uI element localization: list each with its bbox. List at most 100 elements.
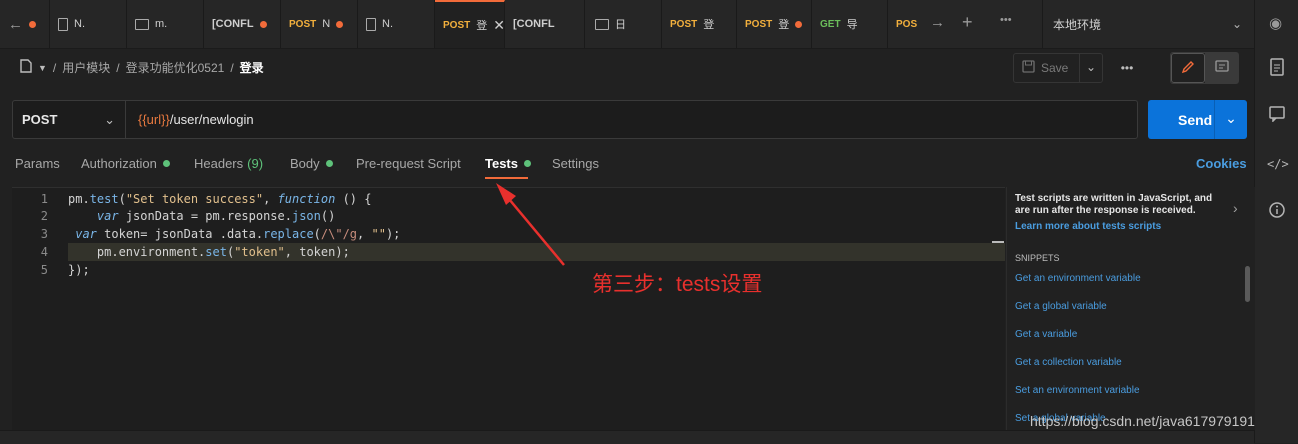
send-label: Send — [1178, 111, 1213, 128]
save-dropdown-chevron-icon[interactable]: ⌄ — [1079, 54, 1102, 82]
document-icon — [58, 17, 68, 31]
more-options-button[interactable]: ••• — [1112, 55, 1142, 81]
code-token: pm.environment. — [68, 245, 206, 259]
snippet-link[interactable]: Get an environment variable — [1015, 273, 1141, 284]
cookies-link[interactable]: Cookies — [1196, 156, 1247, 171]
tab-item[interactable]: POST N — [281, 0, 358, 48]
snippets-scrollbar[interactable] — [1245, 266, 1250, 302]
tab-item[interactable]: N. — [50, 0, 127, 48]
code-token: test — [89, 192, 119, 206]
code-token: jsonData = pm.response. — [118, 209, 292, 223]
code-token: pm. — [68, 192, 90, 206]
documentation-icon[interactable] — [1267, 58, 1287, 78]
folder-icon — [595, 18, 609, 30]
arrow-right-icon[interactable]: → — [930, 14, 945, 31]
tab-item[interactable]: POS — [888, 0, 924, 48]
code-token: , — [357, 227, 372, 241]
method-badge: POS — [896, 18, 918, 30]
url-path: /user/newlogin — [169, 112, 254, 127]
tab-label: N. — [382, 18, 393, 30]
chevron-down-icon: ⌄ — [1231, 17, 1242, 31]
caret-down-icon[interactable]: ▼ — [38, 63, 47, 73]
code-token: ); — [385, 227, 401, 241]
info-icon[interactable] — [1267, 202, 1287, 222]
unsaved-dot-icon — [29, 20, 36, 28]
method-badge: POST — [289, 18, 317, 30]
pencil-icon — [1181, 60, 1195, 77]
environment-label: 本地环境 — [1053, 17, 1102, 32]
breadcrumb-item[interactable]: 用户模块 — [62, 59, 110, 76]
url-input[interactable]: {{url}}/user/newlogin — [138, 112, 254, 127]
annotation-arrow-icon — [496, 183, 565, 266]
status-dot-icon — [162, 160, 170, 167]
tab-body[interactable]: Body — [290, 156, 333, 171]
send-button[interactable]: Send ⌄ — [1148, 100, 1247, 139]
plus-icon[interactable]: + — [962, 12, 973, 33]
close-icon[interactable]: ✕ — [493, 17, 504, 34]
tab-tests[interactable]: Tests — [485, 156, 531, 171]
code-line: var jsonData = pm.response.json() — [68, 209, 335, 223]
breadcrumb-separator: / — [230, 60, 234, 75]
tab-headers[interactable]: Headers (9) — [194, 156, 263, 171]
scroll-marker — [992, 241, 1004, 243]
method-select[interactable]: POST ⌄ — [12, 100, 126, 139]
save-button[interactable]: Save ⌄ — [1013, 53, 1103, 83]
collapse-panel-chevron-icon[interactable]: › — [1233, 200, 1238, 216]
code-token: replace — [263, 227, 314, 241]
code-token: , token); — [284, 245, 350, 259]
learn-more-link[interactable]: Learn more about tests scripts — [1015, 221, 1161, 232]
breadcrumb-item[interactable]: 登录功能优化0521 — [126, 59, 225, 76]
eye-icon[interactable]: ◉ — [1269, 14, 1282, 32]
tab-label: [CONFL — [513, 18, 555, 30]
folder-icon — [135, 18, 149, 30]
save-label: Save — [1041, 61, 1069, 75]
tab-label: 导 — [846, 19, 858, 31]
tab-authorization[interactable]: Authorization — [81, 156, 170, 171]
send-dropdown-chevron-icon[interactable]: ⌄ — [1214, 100, 1247, 139]
snippet-link[interactable]: Get a global variable — [1015, 301, 1107, 312]
annotation-text: 第三步：tests设置 — [592, 273, 763, 296]
more-tabs-icon[interactable]: ••• — [1000, 14, 1012, 26]
comments-icon[interactable] — [1267, 106, 1287, 126]
breadcrumb-separator: / — [52, 60, 57, 75]
tab-item[interactable]: [CONFL — [204, 0, 281, 48]
snippet-link[interactable]: Get a variable — [1015, 329, 1077, 340]
tab-item[interactable]: POST 登 — [662, 0, 737, 48]
breadcrumb: ▼ / 用户模块 / 登录功能优化0521 / 登录 — [20, 59, 264, 76]
tab-item[interactable]: m. — [127, 0, 204, 48]
tab-item[interactable]: 日 — [585, 0, 662, 48]
breadcrumb-separator: / — [116, 60, 120, 75]
snippet-link[interactable]: Get a collection variable — [1015, 357, 1122, 368]
edit-mode-button[interactable] — [1171, 53, 1205, 83]
comment-mode-button[interactable] — [1205, 53, 1238, 83]
tab-item[interactable]: GET 导 — [812, 0, 888, 48]
back-arrow-icon[interactable]: ← — [8, 16, 23, 33]
code-token: "Set token success" — [125, 192, 264, 206]
code-token: ( — [118, 192, 126, 206]
code-token: var — [96, 209, 119, 223]
request-icon[interactable] — [20, 59, 32, 76]
tab-prerequest-script[interactable]: Pre-request Script — [356, 156, 461, 171]
tab-settings[interactable]: Settings — [552, 156, 599, 171]
tab-params[interactable]: Params — [15, 156, 60, 171]
tab-item[interactable]: [CONFL — [505, 0, 585, 48]
code-token: json — [291, 209, 321, 223]
code-token: var — [75, 227, 97, 241]
snippets-heading: SNIPPETS — [1015, 253, 1060, 263]
tab-label: 登 — [703, 19, 715, 31]
tab-item[interactable]: POST 登 — [737, 0, 812, 48]
environment-select[interactable]: 本地环境 ⌄ — [1042, 0, 1252, 48]
tab-item[interactable]: N. — [358, 0, 435, 48]
code-icon[interactable]: </> — [1267, 154, 1289, 174]
tab-back[interactable]: ← — [0, 0, 50, 48]
code-line: }); — [68, 263, 90, 277]
tab-label: 登 — [778, 19, 790, 31]
editor-mode-toggle — [1170, 52, 1239, 84]
tab-item-active[interactable]: POST 登 ✕ — [435, 0, 505, 48]
method-badge: GET — [820, 18, 841, 30]
snippet-link[interactable]: Set an environment variable — [1015, 385, 1140, 396]
tab-tests-label: Tests — [485, 156, 518, 171]
method-label: POST — [22, 112, 58, 127]
code-token: , — [263, 192, 278, 206]
code-token: /\"/g — [320, 227, 358, 241]
